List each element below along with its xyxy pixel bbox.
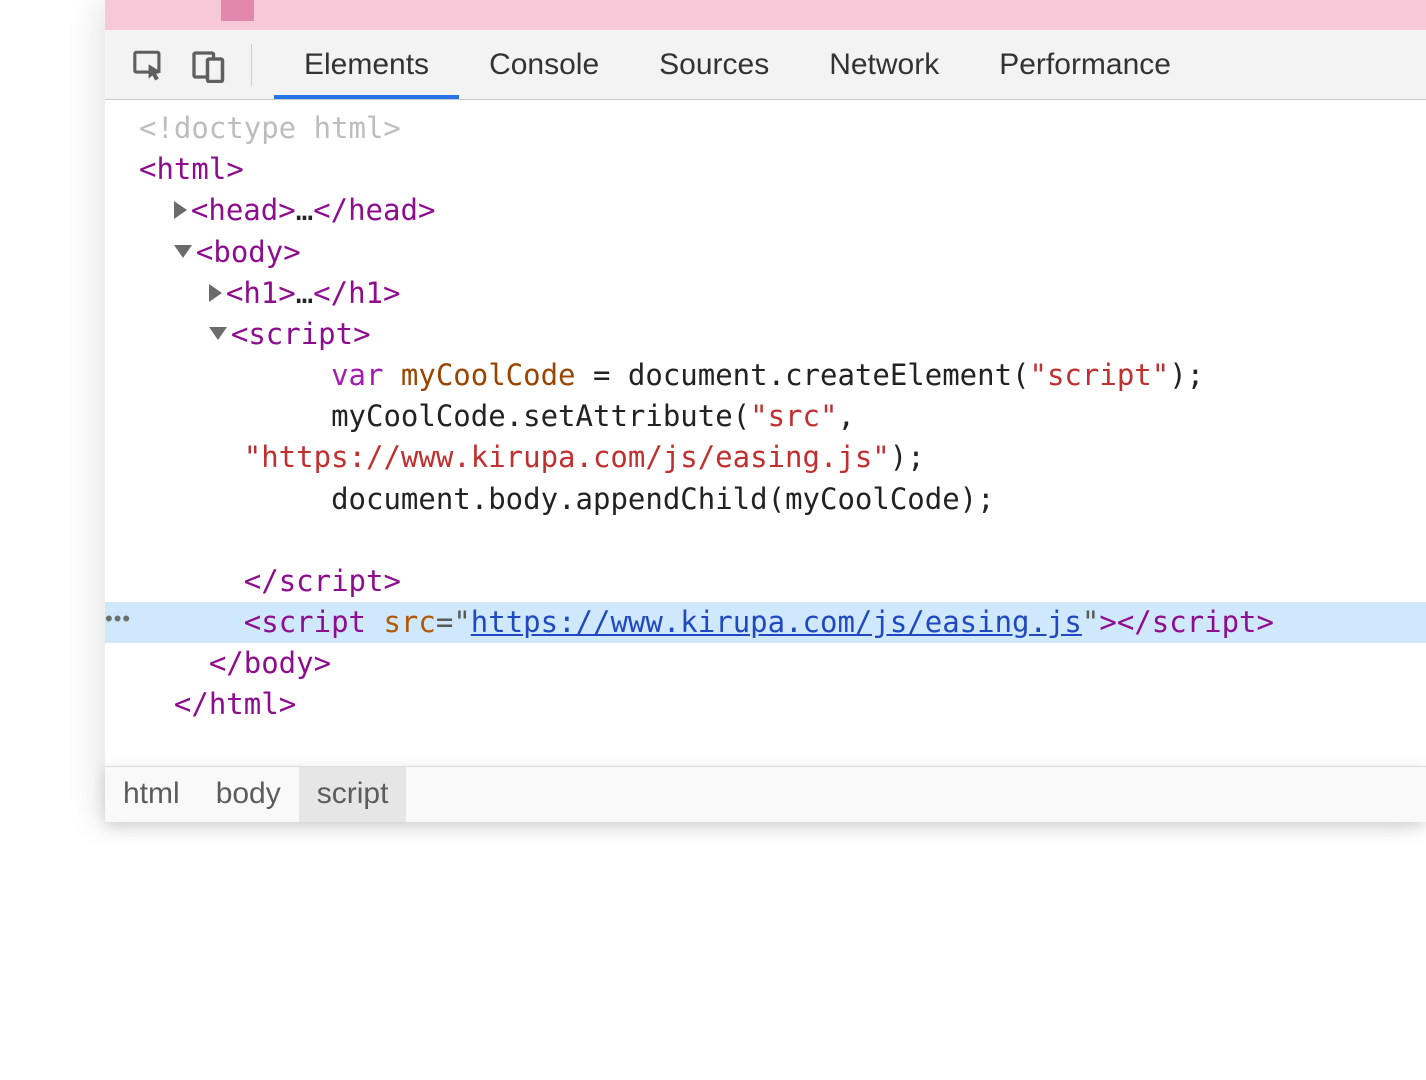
h1-open-bracket: < <box>226 276 243 310</box>
h1-close-end: > <box>383 276 400 310</box>
paren: ); <box>960 482 995 516</box>
string: "src" <box>750 399 837 433</box>
devtools-toolbar: Elements Console Sources Network Perform… <box>105 30 1426 100</box>
element-actions-icon[interactable]: ••• <box>105 603 131 634</box>
comma: , <box>837 399 854 433</box>
string-url: "https://www.kirupa.com/js/easing.js" <box>244 440 890 474</box>
tab-elements[interactable]: Elements <box>274 30 459 99</box>
h1-close-bracket: </ <box>313 276 348 310</box>
dot: . <box>768 358 785 392</box>
selected-dom-node[interactable]: ••• <script src="https://www.kirupa.com/… <box>105 602 1426 643</box>
body-open-bracket: < <box>196 235 213 269</box>
expand-arrow-icon[interactable] <box>209 284 222 302</box>
html-open-end: > <box>226 152 243 186</box>
sel-open-bracket: < <box>244 605 261 639</box>
window-titlebar <box>105 0 1426 30</box>
sel-script-tag: script <box>261 605 366 639</box>
html-tag[interactable]: html <box>156 152 226 186</box>
inspect-element-icon[interactable] <box>125 41 173 89</box>
string: "script" <box>1030 358 1170 392</box>
sel-close-tag: script <box>1152 605 1257 639</box>
head-open-bracket: < <box>191 193 208 227</box>
script-close-bracket: </ <box>244 564 279 598</box>
dom-tree[interactable]: <!doctype html> <html> <head>…</head> <b… <box>105 100 1426 766</box>
script-close-end: > <box>383 564 400 598</box>
sel-close-bracket: </ <box>1117 605 1152 639</box>
tab-console[interactable]: Console <box>459 30 629 99</box>
argument: myCoolCode <box>785 482 960 516</box>
h1-tag[interactable]: h1 <box>243 276 278 310</box>
document-obj: document <box>628 358 768 392</box>
attr-eq: = <box>436 605 453 639</box>
html-close-tag: html <box>209 687 279 721</box>
body-tag[interactable]: body <box>213 235 283 269</box>
titlebar-accent <box>221 0 254 21</box>
head-close-tag: head <box>348 193 418 227</box>
expand-arrow-icon[interactable] <box>174 201 187 219</box>
script-open-end: > <box>353 317 370 351</box>
script-tag[interactable]: script <box>248 317 353 351</box>
head-tag[interactable]: head <box>208 193 278 227</box>
script-open-bracket: < <box>231 317 248 351</box>
devtools-panel: Elements Console Sources Network Perform… <box>105 0 1426 822</box>
body-close-end: > <box>314 646 331 680</box>
paren: ( <box>733 399 750 433</box>
property: body <box>488 482 558 516</box>
dot: . <box>471 482 488 516</box>
head-close-end: > <box>418 193 435 227</box>
collapse-arrow-icon[interactable] <box>174 245 192 258</box>
identifier: myCoolCode <box>331 399 506 433</box>
h1-close-tag: h1 <box>348 276 383 310</box>
sel-close-end: > <box>1257 605 1274 639</box>
sel-open-end: > <box>1099 605 1116 639</box>
html-open-bracket: < <box>139 152 156 186</box>
dot: . <box>506 399 523 433</box>
body-open-end: > <box>283 235 300 269</box>
h1-open-end: > <box>278 276 295 310</box>
device-toolbar-icon[interactable] <box>185 41 233 89</box>
toolbar-divider <box>251 44 252 86</box>
document-obj: document <box>331 482 471 516</box>
tab-sources[interactable]: Sources <box>629 30 799 99</box>
script-close-tag: script <box>279 564 384 598</box>
crumb-script[interactable]: script <box>299 767 407 822</box>
body-close-tag: body <box>244 646 314 680</box>
head-close-bracket: </ <box>313 193 348 227</box>
method: setAttribute <box>523 399 733 433</box>
html-close-bracket: </ <box>174 687 209 721</box>
head-open-end: > <box>278 193 295 227</box>
paren: ( <box>1012 358 1029 392</box>
paren: ); <box>1169 358 1204 392</box>
devtools-tabs: Elements Console Sources Network Perform… <box>274 30 1201 99</box>
equals: = <box>576 358 628 392</box>
tab-network[interactable]: Network <box>799 30 969 99</box>
collapsed-ellipsis[interactable]: … <box>296 193 313 227</box>
paren: ); <box>890 440 925 474</box>
keyword-var: var <box>331 358 383 392</box>
dot: . <box>558 482 575 516</box>
attr-src-link[interactable]: https://www.kirupa.com/js/easing.js <box>471 605 1082 639</box>
doctype-node[interactable]: <!doctype html> <box>139 111 401 145</box>
tab-performance[interactable]: Performance <box>969 30 1201 99</box>
paren: ( <box>768 482 785 516</box>
attr-src: src <box>383 605 435 639</box>
method: appendChild <box>576 482 768 516</box>
method: createElement <box>785 358 1012 392</box>
attr-quote: " <box>1082 605 1099 639</box>
collapse-arrow-icon[interactable] <box>209 327 227 340</box>
identifier: myCoolCode <box>383 358 575 392</box>
crumb-body[interactable]: body <box>198 767 299 822</box>
html-close-end: > <box>279 687 296 721</box>
collapsed-ellipsis[interactable]: … <box>296 276 313 310</box>
dom-breadcrumb: html body script <box>105 766 1426 822</box>
body-close-bracket: </ <box>209 646 244 680</box>
attr-quote: " <box>453 605 470 639</box>
crumb-html[interactable]: html <box>105 767 198 822</box>
